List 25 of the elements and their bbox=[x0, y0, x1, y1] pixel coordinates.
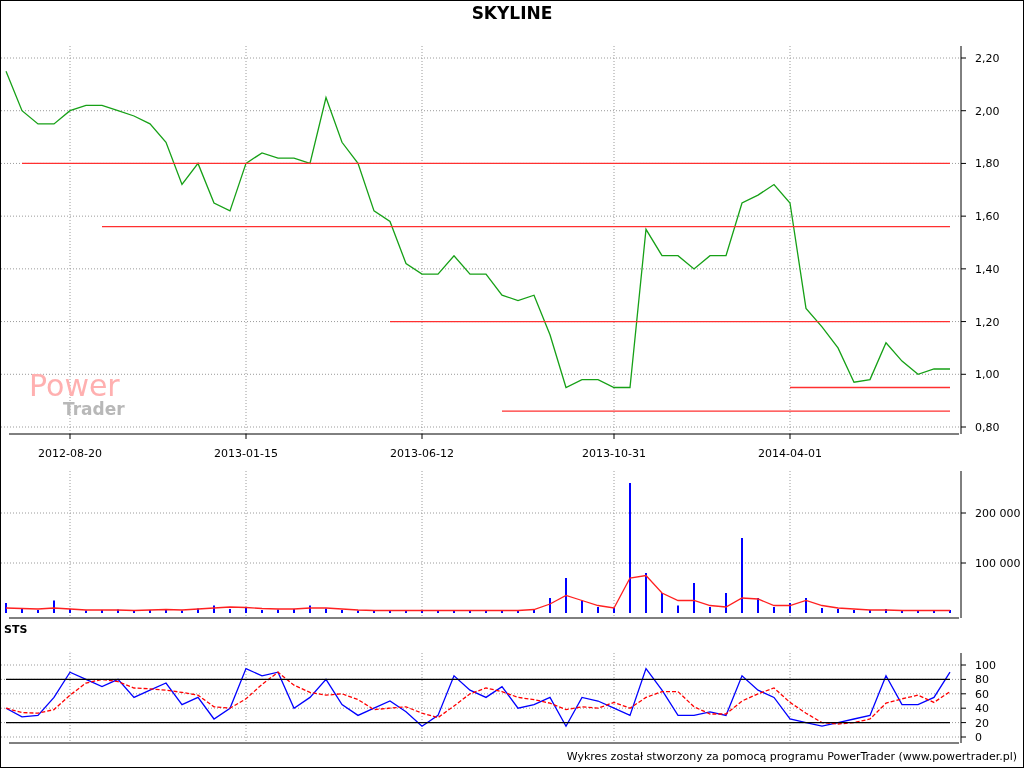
axis-label: 20 bbox=[975, 716, 989, 730]
axis-label: 0 bbox=[975, 731, 982, 744]
axis-label: 2012-08-20 bbox=[38, 447, 102, 460]
axis-label: 80 bbox=[975, 673, 989, 687]
axis-label: 1,20 bbox=[975, 315, 1000, 329]
axis-label: 1,60 bbox=[975, 210, 1000, 224]
axis-label: 100 bbox=[975, 659, 996, 672]
axis-label: 40 bbox=[975, 702, 989, 716]
axis-label: 1,40 bbox=[975, 262, 1000, 276]
axis-label: 0,80 bbox=[975, 421, 1000, 434]
axis-label: 60 bbox=[975, 687, 989, 701]
axis-label: 2013-06-12 bbox=[390, 447, 454, 460]
axis-label: 200 000 bbox=[975, 507, 1021, 520]
logo: Power Trader bbox=[29, 371, 125, 418]
chart-title: SKYLINE bbox=[471, 4, 553, 22]
axis-label: 1,00 bbox=[975, 368, 1000, 382]
axis-label: 2,20 bbox=[975, 52, 1000, 65]
indicator-label: STS bbox=[4, 621, 28, 638]
footer-credit: Wykres został stworzony za pomocą programu PowerTrader (www.powertrader.pl) bbox=[566, 748, 1017, 765]
axis-label: 2014-04-01 bbox=[758, 447, 822, 460]
axis-label: 2,00 bbox=[975, 104, 1000, 118]
axis-label: 2013-10-31 bbox=[582, 447, 646, 460]
axis-label: 100 000 bbox=[975, 557, 1021, 570]
axis-label: 1,80 bbox=[975, 157, 1000, 171]
axis-label: 2013-01-15 bbox=[214, 447, 278, 460]
